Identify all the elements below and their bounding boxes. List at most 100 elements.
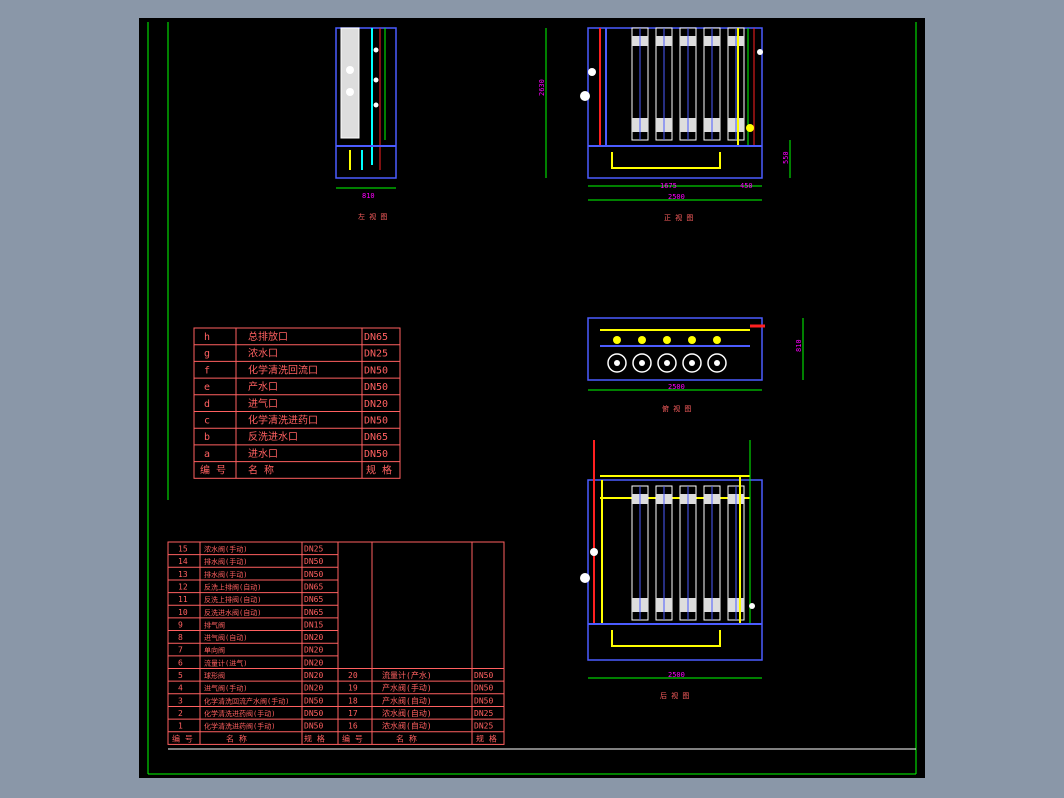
top-view-dim-side: 810 — [795, 339, 803, 352]
part-number: 1 — [178, 722, 183, 731]
part-number: 10 — [178, 608, 188, 617]
part-number: 19 — [348, 684, 358, 693]
part-spec: DN50 — [474, 671, 493, 680]
part-name: 浓水阀(自动) — [382, 721, 432, 731]
valve-head-icon — [688, 336, 696, 344]
back-view-valve-icon — [580, 573, 590, 583]
left-view-valve-icon — [346, 66, 354, 74]
part-name: 浓水阀(自动) — [382, 708, 432, 718]
interface-code: h — [204, 332, 210, 343]
part-spec: DN20 — [304, 646, 323, 655]
part-name: 进气阀(手动) — [204, 684, 247, 693]
interface-spec: DN65 — [364, 332, 388, 343]
interface-spec: DN50 — [364, 449, 388, 460]
front-view-dim-a: 1675 — [660, 182, 677, 190]
interface-spec: DN50 — [364, 382, 388, 393]
parts-header-name: 名 称 — [226, 733, 247, 743]
membrane-head-center — [664, 360, 670, 366]
membrane-head-center — [614, 360, 620, 366]
part-number: 8 — [178, 633, 183, 642]
interface-name: 产水口 — [248, 380, 278, 393]
top-view-title: 俯 视 图 — [662, 404, 691, 413]
front-view-dim-height: 2630 — [538, 79, 546, 96]
membrane-head-center — [689, 360, 695, 366]
part-name: 产水阀(自动) — [382, 695, 432, 705]
interface-spec: DN25 — [364, 349, 388, 360]
part-name: 产水阀(手动) — [382, 683, 432, 693]
part-name: 流量计(进气) — [204, 658, 247, 667]
interface-name: 化学清洗回流口 — [248, 363, 318, 376]
left-view-membrane-column — [340, 27, 360, 139]
part-number: 17 — [348, 709, 358, 718]
part-number: 3 — [178, 696, 183, 705]
membrane-head-center — [714, 360, 720, 366]
front-view-valve-icon — [588, 68, 596, 76]
part-spec: DN50 — [304, 709, 323, 718]
interface-code: d — [204, 399, 210, 410]
part-name: 化学清洗进药阀(手动) — [204, 722, 275, 731]
part-number: 16 — [348, 722, 358, 731]
back-view-valve-icon — [590, 548, 598, 556]
part-spec: DN15 — [304, 620, 323, 629]
part-name: 浓水阀(手动) — [204, 545, 247, 554]
part-spec: DN20 — [304, 671, 323, 680]
part-name: 流量计(产水) — [382, 670, 432, 680]
part-spec: DN20 — [304, 633, 323, 642]
part-number: 20 — [348, 671, 358, 680]
parts-header-name-2: 名 称 — [396, 733, 417, 743]
interface-header-code: 编 号 — [200, 464, 226, 477]
part-number: 15 — [178, 545, 188, 554]
part-spec: DN65 — [304, 595, 323, 604]
part-spec: DN50 — [474, 696, 493, 705]
interface-spec: DN20 — [364, 399, 388, 410]
interface-name: 浓水口 — [248, 348, 278, 360]
part-name: 化学清洗进药阀(手动) — [204, 709, 275, 718]
top-view-dim-total: 2500 — [668, 383, 685, 391]
front-view-title: 正 视 图 — [664, 213, 693, 222]
left-view-title: 左 视 图 — [358, 212, 387, 221]
part-number: 6 — [178, 658, 183, 667]
part-number: 14 — [178, 557, 188, 566]
interface-name: 进水口 — [248, 448, 278, 460]
part-spec: DN50 — [474, 684, 493, 693]
part-name: 反洗上排阀(自动) — [204, 582, 261, 591]
part-name: 进气阀(自动) — [204, 633, 247, 642]
part-spec: DN65 — [304, 608, 323, 617]
part-name: 排水阀(手动) — [204, 570, 247, 579]
part-number: 2 — [178, 709, 183, 718]
interface-code: c — [204, 416, 210, 427]
front-view-valve-icon — [580, 91, 590, 101]
interface-spec: DN65 — [364, 432, 388, 443]
part-number: 11 — [178, 595, 188, 604]
part-number: 4 — [178, 684, 183, 693]
front-view-dim-total: 2500 — [668, 193, 685, 201]
interface-name: 化学清洗进药口 — [248, 414, 318, 427]
back-view-title: 后 视 图 — [660, 691, 689, 700]
part-name: 化学清洗回流产水阀(手动) — [204, 696, 289, 705]
membrane-head-center — [639, 360, 645, 366]
interface-name: 总排放口 — [248, 330, 288, 343]
interface-name: 进气口 — [248, 397, 278, 410]
interface-spec: DN50 — [364, 365, 388, 376]
interface-spec: DN50 — [364, 416, 388, 427]
part-spec: DN65 — [304, 582, 323, 591]
part-name: 排气阀 — [204, 620, 225, 629]
part-name: 反洗进水阀(自动) — [204, 608, 261, 617]
part-spec: DN25 — [304, 545, 323, 554]
front-view-dim-base: 550 — [782, 151, 790, 164]
part-name: 排水阀(手动) — [204, 557, 247, 566]
left-view-dim-width: 810 — [362, 192, 375, 200]
parts-header-spec-2: 规 格 — [476, 733, 497, 743]
interface-header-name: 名 称 — [248, 464, 274, 477]
parts-header-spec: 规 格 — [304, 733, 325, 743]
part-spec: DN50 — [304, 557, 323, 566]
part-number: 12 — [178, 582, 188, 591]
part-number: 7 — [178, 646, 183, 655]
part-spec: DN25 — [474, 709, 493, 718]
part-number: 9 — [178, 620, 183, 629]
valve-head-icon — [663, 336, 671, 344]
part-number: 5 — [178, 671, 183, 680]
part-name: 球形阀 — [204, 671, 225, 680]
interface-code: b — [204, 432, 210, 443]
valve-head-icon — [713, 336, 721, 344]
